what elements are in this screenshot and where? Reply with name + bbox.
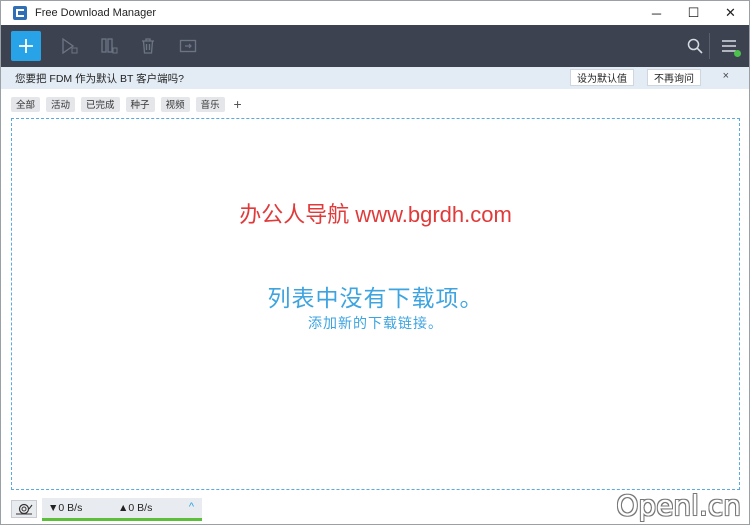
fdm-logo-icon (13, 6, 27, 20)
minimize-button[interactable]: ─ (638, 1, 675, 25)
pause-icon (101, 38, 118, 54)
delete-button[interactable] (139, 37, 157, 55)
speed-panel[interactable]: ▼0 B/s ▲0 B/s ^ (42, 498, 202, 521)
move-to-button[interactable] (179, 37, 197, 55)
title-bar: Free Download Manager ─ ☐ ✕ (1, 1, 749, 25)
window-title: Free Download Manager (35, 7, 157, 19)
add-link-hint[interactable]: 添加新的下载链接。 (12, 313, 739, 333)
status-bar: ▼0 B/s ▲0 B/s ^ Openl.cn (1, 489, 749, 524)
dont-ask-button[interactable]: 不再询问 (647, 69, 701, 86)
trash-icon (142, 38, 154, 54)
plus-icon (19, 39, 33, 53)
close-button[interactable]: ✕ (712, 1, 749, 25)
tab-video[interactable]: 视频 (160, 96, 190, 112)
tab-all[interactable]: 全部 (11, 96, 41, 112)
download-list-dropzone[interactable]: 办公人导航 www.bgrdh.com 列表中没有下载项。 添加新的下载链接。 (11, 118, 740, 490)
tab-torrents[interactable]: 种子 (125, 96, 155, 112)
add-download-button[interactable] (11, 31, 41, 61)
speed-mode-button[interactable] (11, 500, 37, 518)
banner-message: 您要把 FDM 作为默认 BT 客户端吗? (15, 72, 184, 85)
maximize-button[interactable]: ☐ (675, 1, 712, 25)
set-default-button[interactable]: 设为默认值 (570, 69, 634, 86)
empty-list-title: 列表中没有下载项。 (267, 285, 484, 311)
download-speed: ▼0 B/s (48, 502, 83, 514)
banner-close-button[interactable]: × (723, 70, 729, 82)
window-controls: ─ ☐ ✕ (638, 1, 749, 25)
main-menu-button[interactable] (720, 37, 741, 57)
upload-speed: ▲0 B/s (118, 502, 153, 514)
default-client-banner: 您要把 FDM 作为默认 BT 客户端吗? 设为默认值 不再询问 × (1, 67, 749, 89)
snail-icon (16, 503, 33, 515)
app-window: Free Download Manager ─ ☐ ✕ 您要把 FDM 作为默认… (0, 0, 750, 525)
resume-button[interactable] (60, 37, 78, 55)
pause-button[interactable] (100, 37, 118, 55)
filter-tabs: 全部 活动 已完成 种子 视频 音乐 + (11, 96, 245, 112)
search-icon (687, 38, 703, 54)
chevron-up-icon[interactable]: ^ (189, 501, 194, 513)
tab-active[interactable]: 活动 (46, 96, 76, 112)
update-status-dot (734, 50, 741, 57)
tab-music[interactable]: 音乐 (195, 96, 225, 112)
move-icon (179, 39, 197, 53)
corner-watermark: Openl.cn (616, 489, 741, 522)
search-button[interactable] (686, 37, 704, 55)
play-icon (62, 37, 78, 55)
site-watermark: 办公人导航 www.bgrdh.com (239, 202, 512, 227)
toolbar-separator (709, 33, 710, 59)
add-tag-button[interactable]: + (231, 97, 245, 111)
toolbar (1, 25, 749, 67)
tab-completed[interactable]: 已完成 (81, 96, 120, 112)
